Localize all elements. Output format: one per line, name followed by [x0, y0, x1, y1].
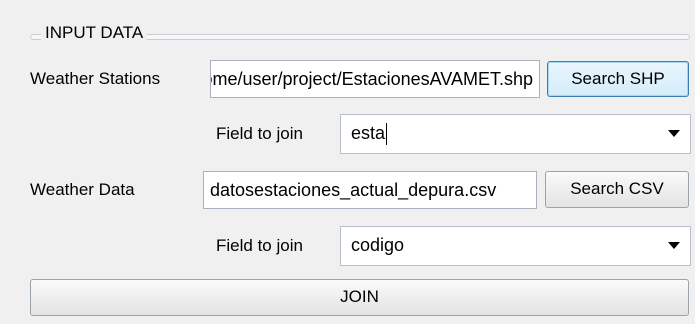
text-caret [386, 123, 388, 146]
weather-stations-path-field[interactable]: /home/user/project/EstacionesAVAMET.shp [210, 60, 540, 98]
chevron-down-icon [668, 242, 680, 249]
weather-data-path-text: datosestaciones_actual_depura.csv [210, 180, 497, 200]
join-button[interactable]: JOIN [30, 279, 689, 316]
data-field-to-join-label: Field to join [216, 236, 303, 255]
stations-field-to-join-label: Field to join [216, 124, 303, 143]
weather-stations-label: Weather Stations [30, 69, 161, 88]
weather-data-path-field[interactable]: datosestaciones_actual_depura.csv [203, 171, 537, 209]
search-csv-button[interactable]: Search CSV [545, 171, 689, 208]
stations-field-to-join-select[interactable]: esta [340, 114, 691, 154]
chevron-down-icon [668, 130, 680, 137]
stations-field-to-join-value: esta [351, 123, 386, 143]
groupbox-title: INPUT DATA [41, 20, 148, 46]
search-shp-button[interactable]: Search SHP [547, 61, 689, 97]
data-field-to-join-select[interactable]: codigo [340, 226, 691, 266]
data-field-to-join-value: codigo [351, 235, 405, 255]
weather-data-label: Weather Data [30, 180, 135, 199]
weather-stations-path-text: /home/user/project/EstacionesAVAMET.shp [210, 69, 533, 89]
